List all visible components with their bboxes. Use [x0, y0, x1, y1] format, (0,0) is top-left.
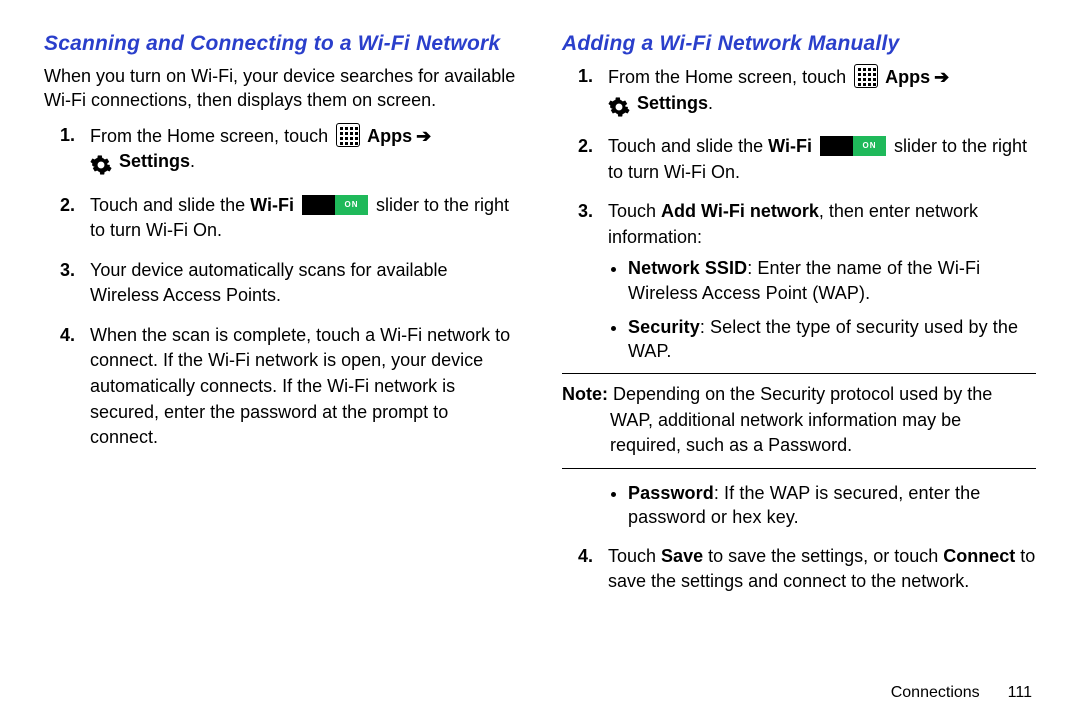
step-text: From the Home screen, touch: [90, 126, 328, 146]
bullet-ssid: Network SSID: Enter the name of the Wi-F…: [628, 256, 1036, 305]
bullet-label: Network SSID: [628, 258, 747, 278]
footer-page-number: 111: [1008, 684, 1032, 701]
step-text: Touch and slide the: [90, 195, 250, 215]
wifi-slider-icon: ON: [302, 195, 368, 215]
note-text: Depending on the Security protocol used …: [608, 384, 992, 454]
step-1-right: From the Home screen, touch Apps➔ Settin…: [608, 64, 1036, 120]
step-2-left: Touch and slide the Wi-Fi ON slider to t…: [90, 193, 518, 244]
note-label: Note:: [562, 384, 608, 404]
wifi-label: Wi-Fi: [250, 195, 294, 215]
step-2-right: Touch and slide the Wi-Fi ON slider to t…: [608, 134, 1036, 185]
step-dot: .: [190, 151, 195, 171]
step-text: From the Home screen, touch: [608, 67, 846, 87]
step-3-left: Your device automatically scans for avai…: [90, 258, 518, 309]
right-column: Adding a Wi-Fi Network Manually From the…: [540, 32, 1050, 720]
bullet-label: Security: [628, 317, 700, 337]
apps-label: Apps: [885, 67, 930, 87]
bullet-list-bottom: Password: If the WAP is secured, enter t…: [608, 481, 1036, 530]
wifi-label: Wi-Fi: [768, 136, 812, 156]
bullet-password: Password: If the WAP is secured, enter t…: [628, 481, 1036, 530]
slider-on-label: ON: [853, 136, 886, 156]
step-text: to save the settings, or touch: [703, 546, 943, 566]
footer-section: Connections: [891, 684, 980, 701]
connect-label: Connect: [943, 546, 1015, 566]
add-wifi-label: Add Wi-Fi network: [661, 201, 819, 221]
bullet-security: Security: Select the type of security us…: [628, 315, 1036, 364]
step-4-left: When the scan is complete, touch a Wi-Fi…: [90, 323, 518, 451]
step-text: Touch: [608, 546, 661, 566]
save-label: Save: [661, 546, 703, 566]
apps-grid-icon: [854, 64, 878, 88]
section-heading-scanning: Scanning and Connecting to a Wi-Fi Netwo…: [44, 32, 518, 56]
intro-paragraph: When you turn on Wi-Fi, your device sear…: [44, 64, 518, 113]
step-text: Touch: [608, 201, 661, 221]
bullet-label: Password: [628, 483, 714, 503]
steps-list-right: From the Home screen, touch Apps➔ Settin…: [562, 64, 1036, 595]
manual-page: Scanning and Connecting to a Wi-Fi Netwo…: [0, 0, 1080, 720]
steps-list-left: From the Home screen, touch Apps➔ Settin…: [44, 123, 518, 451]
settings-label: Settings: [119, 151, 190, 171]
arrow-icon: ➔: [416, 126, 431, 146]
arrow-icon: ➔: [934, 67, 949, 87]
step-3-right: Touch Add Wi-Fi network, then enter netw…: [608, 199, 1036, 529]
step-1-left: From the Home screen, touch Apps➔ Settin…: [90, 123, 518, 179]
apps-label: Apps: [367, 126, 412, 146]
step-dot: .: [708, 93, 713, 113]
step-4-right: Touch Save to save the settings, or touc…: [608, 544, 1036, 595]
section-heading-adding: Adding a Wi-Fi Network Manually: [562, 32, 1036, 56]
settings-label: Settings: [637, 93, 708, 113]
wifi-slider-icon: ON: [820, 136, 886, 156]
left-column: Scanning and Connecting to a Wi-Fi Netwo…: [30, 32, 540, 720]
apps-grid-icon: [336, 123, 360, 147]
bullet-list-top: Network SSID: Enter the name of the Wi-F…: [608, 256, 1036, 363]
settings-gear-icon: [90, 153, 114, 179]
note-block: Note: Depending on the Security protocol…: [562, 373, 1036, 469]
step-text: Touch and slide the: [608, 136, 768, 156]
slider-on-label: ON: [335, 195, 368, 215]
page-footer: Connections 111: [891, 684, 1032, 702]
settings-gear-icon: [608, 95, 632, 121]
